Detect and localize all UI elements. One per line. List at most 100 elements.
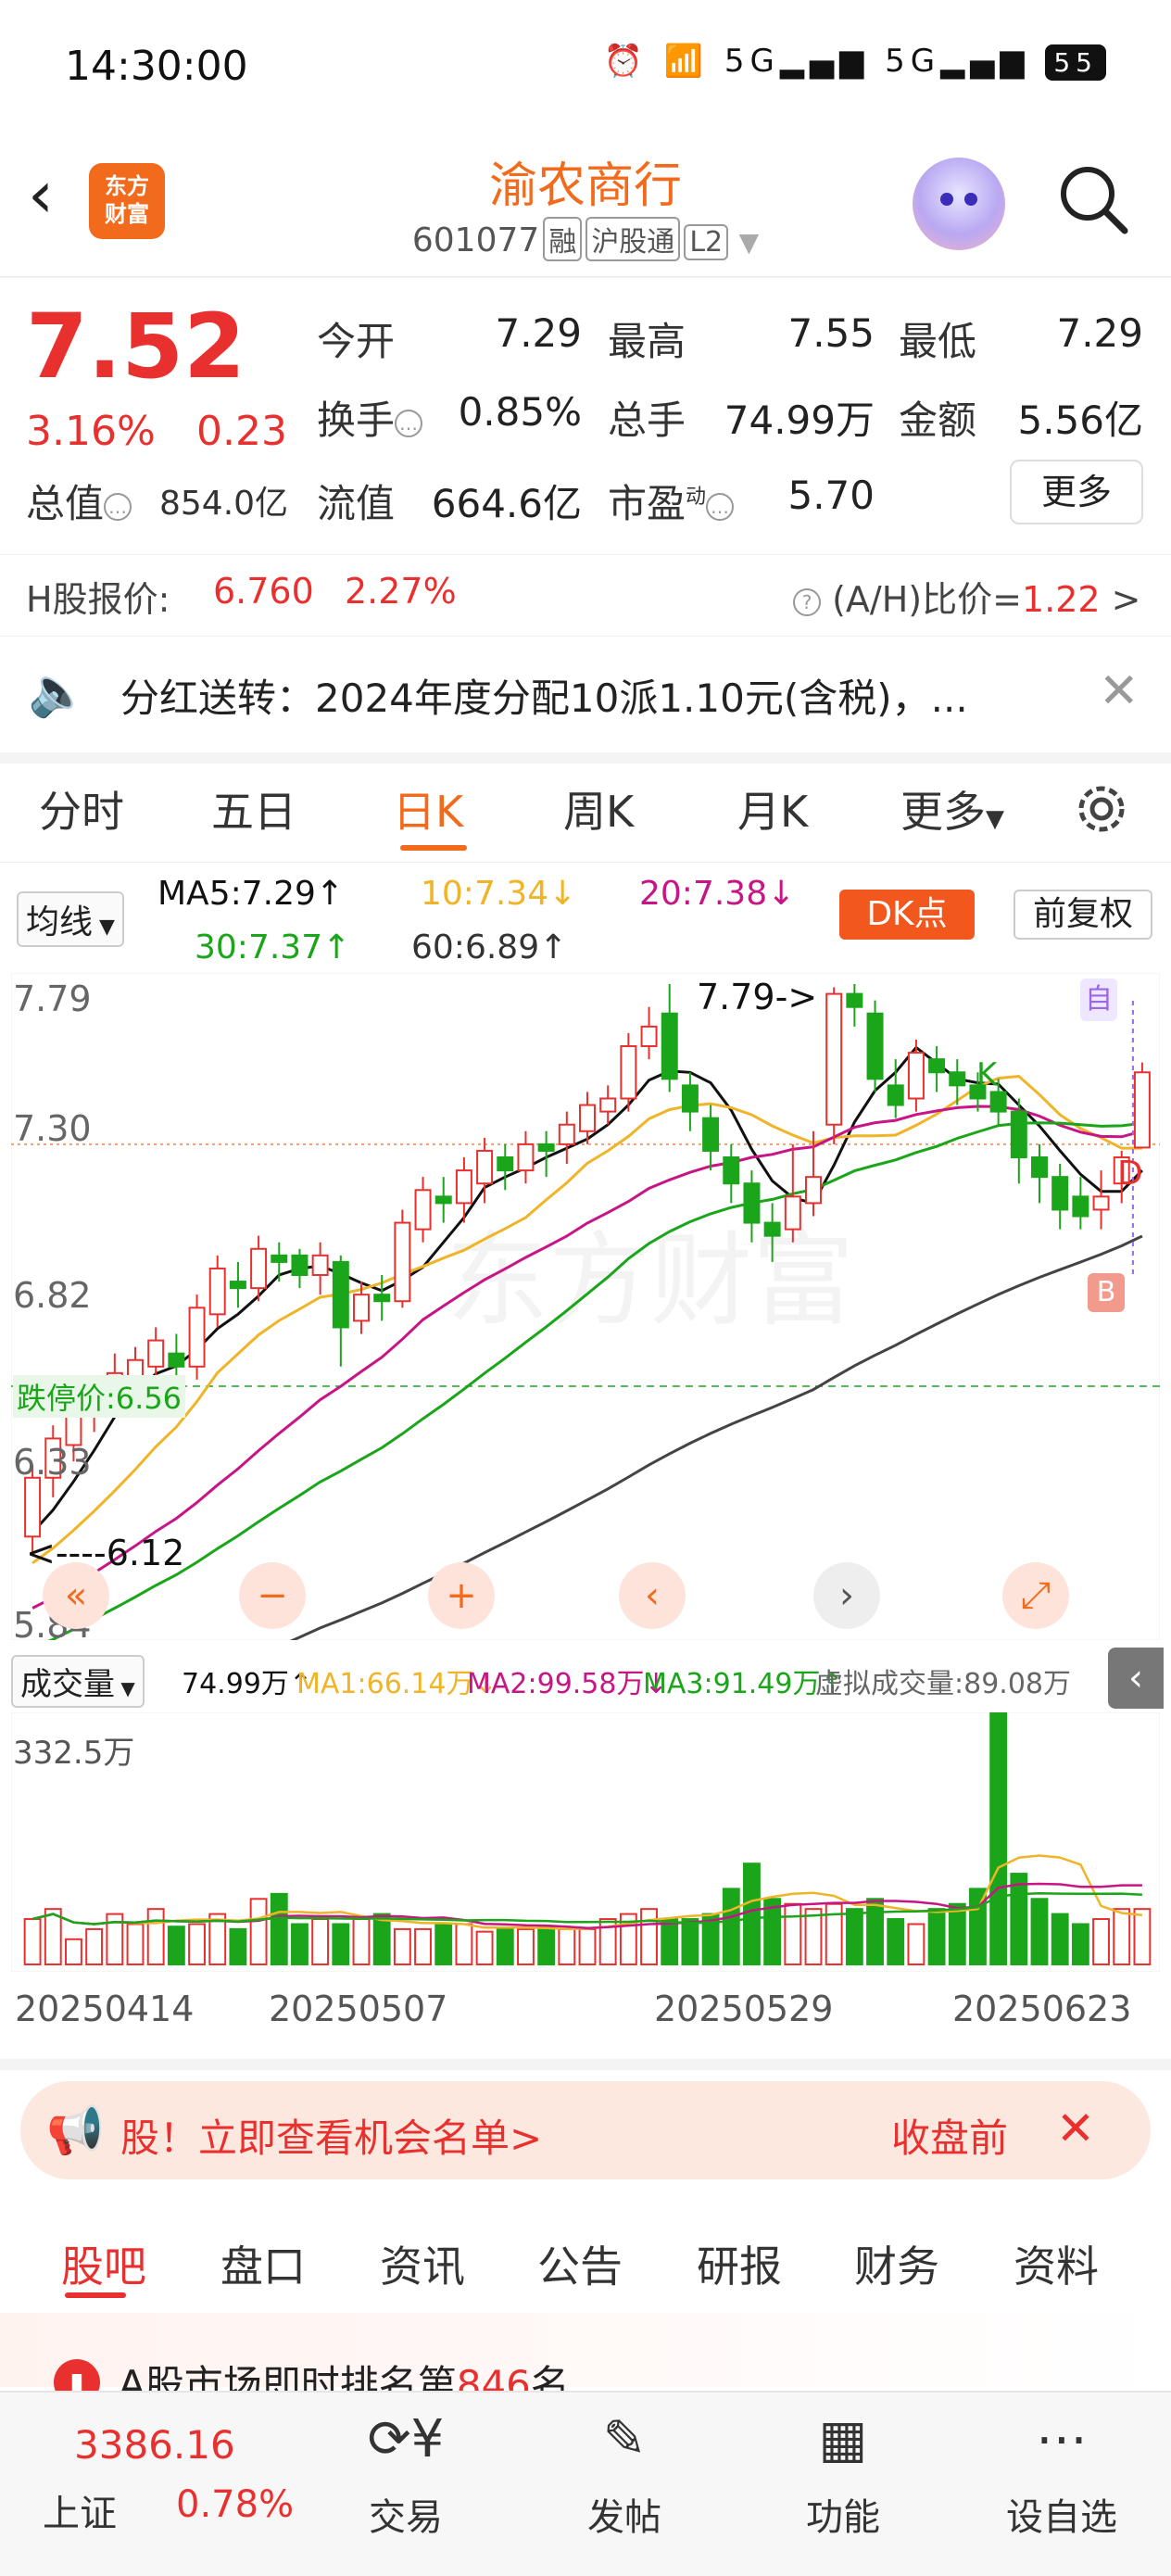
settings-gear-icon[interactable]	[1071, 778, 1132, 840]
candle	[558, 1123, 575, 1145]
info-icon[interactable]: …	[104, 492, 132, 521]
collapse-panel-icon[interactable]: ‹	[1108, 1648, 1164, 1709]
volume-bar	[475, 1930, 494, 1965]
tab-announcements[interactable]: 公告	[537, 2233, 623, 2294]
volume-bar	[372, 1913, 391, 1966]
nav-trade[interactable]: ⟳¥ 交易	[332, 2409, 480, 2541]
promo-right-text: 收盘前	[891, 2115, 1009, 2161]
candle	[353, 1294, 370, 1322]
nav-post[interactable]: ✎ 发帖	[550, 2409, 699, 2541]
candle	[188, 1307, 206, 1368]
h-share-pct: 2.27%	[345, 571, 457, 612]
scroll-left-icon[interactable]: ‹	[619, 1562, 686, 1629]
volume-bar	[845, 1908, 863, 1966]
candle	[271, 1254, 288, 1263]
volume-select[interactable]: 成交量 ▼	[11, 1655, 145, 1708]
virtual-volume: 虚拟成交量:89.08万	[815, 1668, 1071, 1700]
volume-bar	[434, 1923, 453, 1965]
mktcap-label: 总值…	[26, 473, 132, 529]
tab-profile[interactable]: 资料	[1014, 2233, 1099, 2294]
volume-bar	[517, 1927, 535, 1965]
marker-zi[interactable]: 自	[1080, 979, 1117, 1021]
marker-k: K	[976, 1056, 998, 1093]
close-banner-icon[interactable]: ✕	[1056, 2102, 1095, 2155]
index-value[interactable]: 3386.16	[74, 2422, 235, 2468]
tab-five-day[interactable]: 五日	[211, 778, 296, 840]
tag-l2: L2	[684, 224, 729, 260]
tab-pankou[interactable]: 盘口	[220, 2233, 306, 2294]
index-pct[interactable]: 0.78%	[176, 2483, 294, 2526]
candle	[620, 1045, 637, 1100]
price-adjust-button[interactable]: 前复权	[1014, 890, 1152, 940]
index-name[interactable]: 上证	[43, 2483, 117, 2537]
tab-research[interactable]: 研报	[697, 2233, 782, 2294]
dk-point-button[interactable]: DK点	[839, 890, 975, 940]
candle	[907, 1052, 925, 1100]
tab-daily-k[interactable]: 日K	[393, 778, 463, 840]
volume-bar	[640, 1908, 658, 1966]
tab-more[interactable]: 更多▼	[900, 778, 1004, 840]
mktcap-value: 854.0亿	[159, 485, 289, 523]
candle	[517, 1143, 535, 1172]
dropdown-icon[interactable]: ▼	[739, 227, 760, 258]
candle	[702, 1117, 720, 1152]
candle	[805, 1176, 822, 1205]
zoom-out-icon[interactable]: −	[239, 1562, 306, 1629]
ma60-value: 60:6.89↑	[411, 928, 568, 966]
turnover-label: 换手…	[317, 389, 423, 446]
search-icon[interactable]	[1056, 162, 1130, 236]
assistant-avatar-icon[interactable]	[913, 158, 1005, 250]
tab-news[interactable]: 资讯	[380, 2233, 465, 2294]
volume-bar	[65, 1938, 82, 1966]
change-amt: 0.23	[196, 408, 287, 455]
volume-bar	[1133, 1908, 1152, 1966]
ma5-value: MA5:7.29↑	[157, 875, 345, 913]
volume-chart[interactable]	[11, 1712, 1160, 1972]
help-icon[interactable]: ?	[793, 587, 821, 616]
volume-ma2: MA2:99.58万↓	[467, 1668, 668, 1700]
ma30-value: 30:7.37↑	[195, 928, 351, 966]
scroll-right-icon[interactable]: ›	[813, 1562, 880, 1629]
date-label: 20250623	[952, 1989, 1132, 2029]
tab-weekly-k[interactable]: 周K	[563, 778, 634, 840]
close-notice-icon[interactable]: ✕	[1099, 663, 1140, 719]
volume-bar	[722, 1888, 740, 1965]
promo-text[interactable]: 股！立即查看机会名单>	[120, 2107, 542, 2164]
candle	[414, 1189, 432, 1231]
trade-icon: ⟳¥	[367, 2409, 445, 2469]
tab-intraday[interactable]: 分时	[39, 778, 124, 840]
fullscreen-icon[interactable]: ⤢	[1002, 1562, 1069, 1629]
divider	[0, 636, 1171, 637]
info-icon[interactable]: …	[706, 492, 735, 521]
candle	[291, 1254, 308, 1277]
candle	[1092, 1195, 1110, 1211]
dividend-notice[interactable]: 分红送转：2024年度分配10派1.10元(含税)，...	[120, 667, 1047, 724]
y-tick: 6.33	[13, 1442, 92, 1483]
amount-label: 金额	[899, 398, 977, 443]
ma-select[interactable]: 均线 ▼	[17, 891, 124, 947]
volume-bar	[126, 1923, 145, 1965]
nav-functions[interactable]: ▦ 功能	[769, 2409, 917, 2541]
more-button[interactable]: 更多	[1010, 460, 1143, 524]
volume-bar	[229, 1927, 247, 1965]
date-label: 20250529	[654, 1989, 834, 2029]
float-label: 流值	[317, 481, 396, 526]
divider	[0, 276, 1171, 278]
volume-bar	[85, 1927, 104, 1965]
ah-ratio[interactable]: ? (A/H)比价=1.22 >	[793, 571, 1141, 622]
volume-bar	[23, 1918, 42, 1965]
tab-monthly-k[interactable]: 月K	[737, 778, 808, 840]
change-pct: 3.16%	[26, 408, 156, 455]
candle	[866, 1012, 884, 1080]
zoom-in-icon[interactable]: +	[428, 1562, 495, 1629]
volume-bar	[311, 1918, 330, 1965]
info-icon[interactable]: …	[395, 409, 423, 437]
low-value: 7.29	[1056, 310, 1143, 356]
tab-guba[interactable]: 股吧	[61, 2233, 146, 2294]
nav-watchlist[interactable]: ⋯ 设自选	[988, 2409, 1136, 2541]
candle	[1051, 1176, 1069, 1211]
y-tick: 7.30	[13, 1108, 92, 1149]
candle	[455, 1169, 472, 1205]
tab-finance[interactable]: 财务	[854, 2233, 939, 2294]
scroll-left-fast-icon[interactable]: «	[43, 1562, 109, 1629]
